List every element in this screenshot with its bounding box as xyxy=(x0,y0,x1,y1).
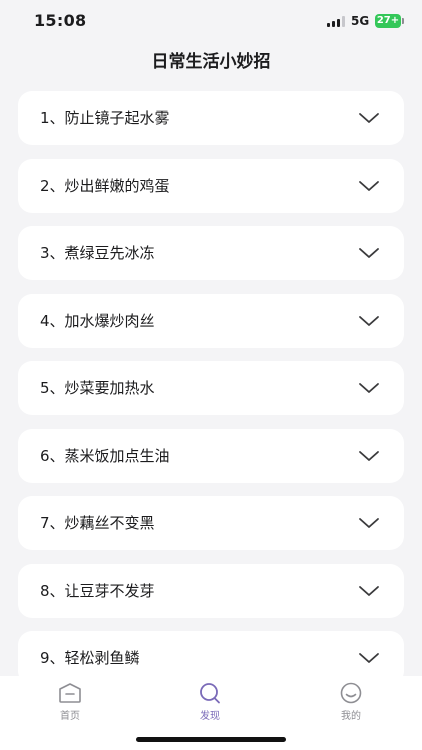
tip-item[interactable]: 3、煮绿豆先冰冻 xyxy=(18,226,404,280)
tip-item[interactable]: 1、防止镜子起水雾 xyxy=(18,91,404,145)
tab-discover-label: 发现 xyxy=(200,711,220,722)
chevron-down-icon xyxy=(359,450,379,461)
status-time: 15:08 xyxy=(34,11,87,30)
tip-item[interactable]: 5、炒菜要加热水 xyxy=(18,361,404,415)
tip-label: 4、加水爆炒肉丝 xyxy=(40,311,155,330)
home-indicator xyxy=(136,737,286,742)
tip-item[interactable]: 6、蒸米饭加点生油 xyxy=(18,428,404,483)
chevron-down-icon xyxy=(359,383,379,393)
chevron-down-icon xyxy=(359,653,379,663)
page-title: 日常生活小妙招 xyxy=(151,52,271,72)
search-icon xyxy=(200,683,220,704)
tip-item[interactable]: 2、炒出鲜嫩的鸡蛋 xyxy=(18,158,404,213)
tip-label: 6、蒸米饭加点生油 xyxy=(40,446,170,465)
tab-mine[interactable]: 我的 xyxy=(311,682,391,732)
network-label: 5G xyxy=(351,14,370,28)
tip-item[interactable]: 4、加水爆炒肉丝 xyxy=(18,293,404,348)
tab-home-label: 首页 xyxy=(60,711,80,722)
home-icon xyxy=(59,683,81,703)
tip-label: 2、炒出鲜嫩的鸡蛋 xyxy=(40,176,170,195)
signal-icon xyxy=(327,16,345,27)
tip-label: 7、炒藕丝不变黑 xyxy=(40,514,155,532)
tip-label: 8、让豆芽不发芽 xyxy=(40,581,155,600)
tab-discover[interactable]: 发现 xyxy=(170,682,250,732)
tip-label: 5、炒菜要加热水 xyxy=(40,379,155,397)
chevron-down-icon xyxy=(359,248,379,258)
tab-home[interactable]: 首页 xyxy=(30,682,110,732)
tips-list: 1、防止镜子起水雾 2、炒出鲜嫩的鸡蛋 3、煮绿豆先冰冻 4、加水爆炒肉丝 5、… xyxy=(18,91,404,699)
chevron-down-icon xyxy=(359,315,379,326)
tip-item[interactable]: 8、让豆芽不发芽 xyxy=(18,563,404,618)
smiley-icon xyxy=(340,682,362,704)
tip-item[interactable]: 7、炒藕丝不变黑 xyxy=(18,496,404,550)
chevron-down-icon xyxy=(359,518,379,528)
tab-mine-label: 我的 xyxy=(341,711,361,722)
chevron-down-icon xyxy=(359,585,379,596)
chevron-down-icon xyxy=(359,113,379,123)
tip-label: 3、煮绿豆先冰冻 xyxy=(40,244,155,262)
chevron-down-icon xyxy=(359,180,379,191)
status-bar: 15:08 5G 27+ xyxy=(0,0,422,44)
battery-tip xyxy=(402,18,404,24)
tip-label: 1、防止镜子起水雾 xyxy=(40,109,170,127)
battery-icon: 27+ xyxy=(375,14,401,28)
